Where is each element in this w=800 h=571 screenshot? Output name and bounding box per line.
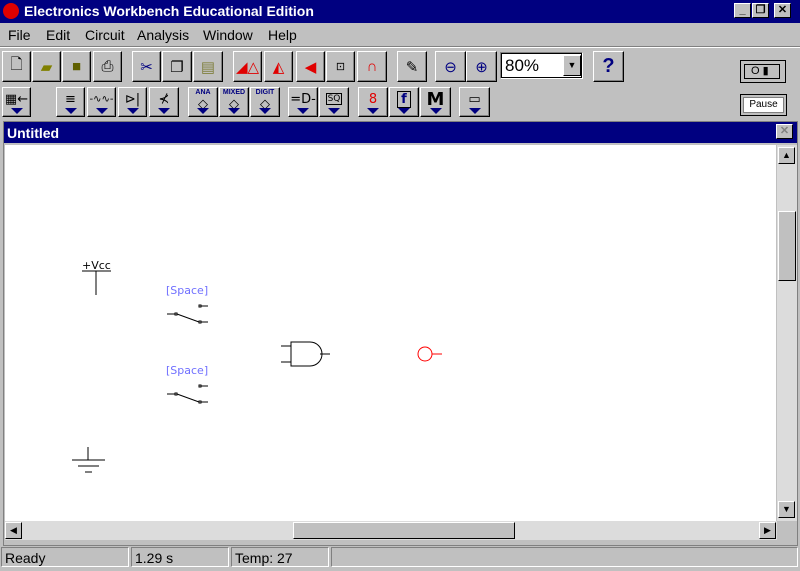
transistor-icon: ⊀ — [158, 91, 170, 107]
paste-icon: ▤ — [200, 58, 216, 76]
rotate-button[interactable]: ◢△ — [233, 51, 262, 82]
flip-horizontal-button[interactable]: ◭ — [264, 51, 293, 82]
menu-help[interactable]: Help — [268, 27, 297, 43]
circuit-window-title: Untitled — [7, 125, 60, 141]
description-button[interactable]: ✎ — [397, 51, 427, 82]
transistors-bin-button[interactable]: ⊀ — [149, 87, 179, 117]
analog-ics-bin-button[interactable]: ANA ◇ — [188, 87, 218, 117]
pause-label: Pause — [743, 97, 784, 113]
horizontal-scroll-thumb[interactable] — [293, 522, 515, 539]
subcircuit-icon: ⊡ — [335, 61, 346, 73]
flip-flop-icon: SQ — [325, 93, 343, 105]
diode-icon: ⊳| — [124, 91, 141, 107]
function-icon: f — [397, 90, 411, 108]
power-switch[interactable]: O ▮ — [740, 60, 786, 83]
app-title-bar: Electronics Workbench Educational Editio… — [0, 0, 800, 23]
circuit-window: Untitled ✕ ▲ ▼ ◀ ▶ — [3, 121, 798, 546]
menu-edit[interactable]: Edit — [46, 27, 70, 43]
divider — [0, 46, 800, 48]
save-button[interactable]: ■ — [62, 51, 91, 82]
misc-icon: M — [426, 88, 445, 110]
flip-vertical-icon: ◀ — [304, 58, 317, 76]
pause-button[interactable]: Pause — [740, 94, 787, 116]
status-state: Ready — [1, 547, 129, 567]
mixed-label: MIXED — [222, 89, 246, 96]
zoom-out-icon: ⊖ — [444, 58, 457, 76]
basic-bin-button[interactable]: -∿∿- — [87, 87, 116, 117]
favorites-bin-button[interactable]: ▦← — [2, 87, 31, 117]
menu-analysis[interactable]: Analysis — [137, 27, 189, 43]
schematic-canvas[interactable] — [5, 145, 776, 521]
seven-segment-icon: 8 — [368, 91, 378, 107]
graph-button[interactable]: ∩ — [357, 51, 387, 82]
circuit-window-title-bar: Untitled ✕ — [4, 122, 797, 143]
copy-button[interactable]: ❐ — [162, 51, 192, 82]
app-title: Electronics Workbench Educational Editio… — [24, 3, 314, 19]
cut-icon: ✂ — [140, 58, 153, 76]
status-temp: Temp: 27 — [231, 547, 329, 567]
miscellaneous-bin-button[interactable]: M — [420, 87, 451, 117]
logic-gates-bin-button[interactable]: =D- — [288, 87, 318, 117]
zoom-out-button[interactable]: ⊖ — [435, 51, 466, 82]
menu-bar: File Edit Circuit Analysis Window Help — [0, 24, 800, 45]
zoom-value: 80% — [505, 56, 540, 75]
restore-button[interactable]: ❐ — [752, 3, 769, 18]
zoom-select[interactable]: 80% ▼ — [500, 52, 583, 79]
zoom-in-button[interactable]: ⊕ — [466, 51, 497, 82]
digital-bin-button[interactable]: SQ — [319, 87, 349, 117]
open-button[interactable]: ▰ — [32, 51, 61, 82]
menu-file[interactable]: File — [8, 27, 31, 43]
status-message — [331, 547, 798, 567]
resistor-icon: -∿∿- — [89, 93, 114, 105]
oscilloscope-icon: ▭ — [468, 91, 481, 107]
print-icon: ⎙ — [101, 58, 114, 75]
copy-icon: ❐ — [170, 58, 184, 76]
circuit-close-button[interactable]: ✕ — [776, 124, 793, 139]
status-time: 1.29 s — [131, 547, 229, 567]
subcircuit-button[interactable]: ⊡ — [326, 51, 355, 82]
flip-horizontal-icon: ◭ — [272, 58, 285, 76]
mixed-ics-bin-button[interactable]: MIXED ◇ — [219, 87, 249, 117]
scroll-left-button[interactable]: ◀ — [5, 522, 22, 539]
close-button[interactable]: ✕ — [774, 3, 791, 18]
sources-bin-button[interactable]: ≡ — [56, 87, 85, 117]
paste-button[interactable]: ▤ — [193, 51, 223, 82]
scroll-right-button[interactable]: ▶ — [759, 522, 776, 539]
controls-bin-button[interactable]: f — [389, 87, 419, 117]
power-icon: O ▮ — [744, 64, 780, 79]
and-gate-icon: =D- — [290, 91, 316, 107]
scroll-down-button[interactable]: ▼ — [778, 501, 795, 518]
parts-bin-icon: ▦← — [4, 91, 29, 107]
minimize-button[interactable]: _ — [734, 3, 751, 18]
help-icon: ? — [602, 55, 615, 77]
chevron-down-icon[interactable]: ▼ — [563, 55, 581, 76]
new-button[interactable]: 🗋 — [2, 51, 31, 82]
menu-window[interactable]: Window — [203, 27, 253, 43]
app-icon — [3, 3, 19, 19]
description-icon: ✎ — [405, 58, 419, 76]
new-icon: 🗋 — [10, 56, 23, 73]
ana-label: ANA — [195, 89, 211, 96]
instruments-bin-button[interactable]: ▭ — [459, 87, 490, 117]
rotate-icon: ◢△ — [235, 58, 260, 76]
vertical-scrollbar[interactable]: ▲ ▼ — [777, 145, 797, 521]
zoom-in-icon: ⊕ — [475, 58, 488, 76]
horizontal-scrollbar[interactable]: ◀ ▶ — [5, 521, 777, 540]
save-icon: ■ — [71, 58, 82, 75]
scroll-up-button[interactable]: ▲ — [778, 147, 795, 164]
open-icon: ▰ — [40, 58, 53, 76]
print-button[interactable]: ⎙ — [93, 51, 122, 82]
status-bar: Ready 1.29 s Temp: 27 — [0, 545, 800, 569]
digital-ics-bin-button[interactable]: DIGIT ◇ — [250, 87, 280, 117]
cut-button[interactable]: ✂ — [132, 51, 161, 82]
flip-vertical-button[interactable]: ◀ — [296, 51, 325, 82]
digit-label: DIGIT — [255, 89, 275, 96]
battery-icon: ≡ — [65, 91, 76, 107]
graph-icon: ∩ — [366, 58, 378, 75]
diodes-bin-button[interactable]: ⊳| — [118, 87, 147, 117]
indicators-bin-button[interactable]: 8 — [358, 87, 388, 117]
menu-circuit[interactable]: Circuit — [85, 27, 125, 43]
vertical-scroll-thumb[interactable] — [778, 211, 796, 281]
help-button[interactable]: ? — [593, 51, 624, 82]
